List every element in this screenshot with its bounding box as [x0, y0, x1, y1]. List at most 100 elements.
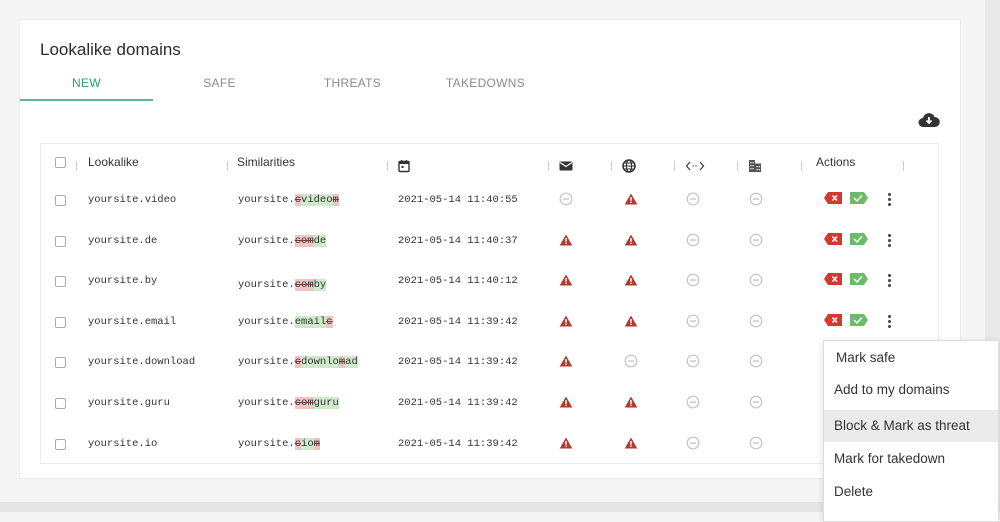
similarity-base: yoursite.: [238, 316, 295, 328]
column-separator: [548, 161, 549, 171]
similarity-diff: yoursite.ciom: [238, 438, 320, 450]
lookalike-domain: yoursite.video: [88, 194, 177, 206]
accept-tag-button[interactable]: [849, 232, 869, 251]
lookalike-domain: yoursite.guru: [88, 397, 170, 409]
dot: [888, 193, 891, 196]
lookalike-domain: yoursite.io: [88, 438, 158, 450]
lookalike-domain: yoursite.email: [88, 316, 177, 328]
warning-triangle-icon: [624, 192, 638, 206]
column-separator: [611, 161, 612, 171]
similarity-added: guru: [313, 397, 339, 409]
column-separator: [801, 161, 802, 171]
menu-item-add-to-my-domains[interactable]: Add to my domains: [824, 374, 998, 406]
row-context-menu: Mark safe Add to my domains Block & Mark…: [823, 340, 999, 522]
table-row: yoursite.de yoursite.comde 2021-05-14 11:4…: [41, 222, 938, 262]
tab-safe[interactable]: SAFE: [153, 74, 286, 99]
lookalike-domain: yoursite.by: [88, 275, 158, 287]
column-header-lookalike[interactable]: Lookalike: [88, 155, 139, 169]
reject-tag-button[interactable]: [823, 191, 843, 210]
more-options-icon[interactable]: [884, 191, 894, 207]
warning-triangle-icon: [624, 395, 638, 409]
minus-circle-icon: [686, 273, 700, 287]
column-separator: [737, 161, 738, 171]
similarity-diff: yoursite.emailc: [238, 316, 333, 328]
similarity-added: video: [301, 194, 333, 206]
warning-triangle-icon: [624, 436, 638, 450]
table-row: yoursite.guru yoursite.comguru 2021-05-14 …: [41, 384, 938, 424]
similarity-base: yoursite.: [238, 438, 295, 450]
similarity-added: downlo: [301, 356, 339, 368]
more-options-icon[interactable]: [884, 272, 894, 288]
similarity-diff: yoursite.cdownlomad: [238, 356, 358, 368]
row-checkbox[interactable]: [55, 398, 66, 409]
table-row: yoursite.by yoursite.comby 2021-05-14 11:4…: [41, 262, 938, 302]
mail-icon[interactable]: [559, 159, 573, 173]
code-icon[interactable]: [685, 159, 705, 173]
minus-circle-icon: [749, 436, 763, 450]
calendar-icon[interactable]: [397, 159, 411, 173]
minus-circle-icon: [749, 273, 763, 287]
warning-triangle-icon: [559, 354, 573, 368]
minus-circle-icon: [749, 192, 763, 206]
dot: [888, 203, 891, 206]
cloud-download-icon[interactable]: [918, 112, 940, 128]
select-all-checkbox[interactable]: [55, 157, 66, 168]
row-checkbox[interactable]: [55, 276, 66, 287]
menu-item-delete[interactable]: Delete: [824, 476, 998, 508]
similarity-removed: c: [326, 316, 333, 328]
similarity-diff: yoursite.comguru: [238, 397, 339, 409]
similarity-base: yoursite.: [238, 279, 295, 291]
row-checkbox[interactable]: [55, 195, 66, 206]
reject-tag-button[interactable]: [823, 313, 843, 332]
minus-circle-icon: [749, 395, 763, 409]
similarity-added: io: [301, 438, 314, 450]
row-checkbox[interactable]: [55, 317, 66, 328]
accept-tag-button[interactable]: [849, 272, 869, 291]
building-icon[interactable]: [748, 159, 762, 173]
minus-circle-icon: [749, 233, 763, 247]
row-checkbox[interactable]: [55, 357, 66, 368]
reject-tag-button[interactable]: [823, 232, 843, 251]
tab-takedowns[interactable]: TAKEDOWNS: [419, 74, 552, 99]
column-header-similarities[interactable]: Similarities: [237, 155, 295, 169]
similarity-removed: com: [294, 397, 314, 409]
lookalike-domain: yoursite.download: [88, 356, 196, 368]
column-separator: [903, 161, 904, 171]
dot: [888, 284, 891, 287]
menu-item-block-mark-threat[interactable]: Block & Mark as threat: [824, 410, 998, 442]
row-checkbox[interactable]: [55, 439, 66, 450]
similarity-diff: yoursite.comde: [238, 235, 327, 247]
detected-date: 2021-05-14 11:40:55: [398, 194, 518, 206]
more-options-icon[interactable]: [884, 313, 894, 329]
similarity-added: email: [294, 316, 327, 328]
accept-tag-button[interactable]: [849, 313, 869, 332]
minus-circle-icon: [686, 233, 700, 247]
minus-circle-icon: [686, 354, 700, 368]
detected-date: 2021-05-14 11:40:12: [398, 275, 518, 287]
globe-icon[interactable]: [622, 159, 636, 173]
table-row: yoursite.download yoursite.cdownlomad 2021…: [41, 343, 938, 383]
warning-triangle-icon: [559, 233, 573, 247]
similarity-removed: m: [332, 194, 339, 206]
dot: [888, 274, 891, 277]
similarity-diff: yoursite.comby: [238, 279, 327, 291]
tab-new[interactable]: NEW: [20, 74, 153, 101]
warning-triangle-icon: [624, 273, 638, 287]
dot: [888, 198, 891, 201]
menu-item-mark-for-takedown[interactable]: Mark for takedown: [824, 443, 998, 475]
reject-tag-button[interactable]: [823, 272, 843, 291]
similarity-added: de: [313, 235, 327, 247]
dot: [888, 320, 891, 323]
more-options-icon[interactable]: [884, 232, 894, 248]
row-checkbox[interactable]: [55, 236, 66, 247]
similarity-base: yoursite.: [238, 397, 295, 409]
similarity-added: ad: [345, 356, 358, 368]
warning-triangle-icon: [624, 233, 638, 247]
similarity-diff: yoursite.cvideom: [238, 194, 339, 206]
menu-item-mark-safe[interactable]: Mark safe: [824, 342, 998, 374]
tab-threats[interactable]: THREATS: [286, 74, 419, 99]
detected-date: 2021-05-14 11:39:42: [398, 316, 518, 328]
minus-circle-icon: [624, 354, 638, 368]
detected-date: 2021-05-14 11:40:37: [398, 235, 518, 247]
accept-tag-button[interactable]: [849, 191, 869, 210]
